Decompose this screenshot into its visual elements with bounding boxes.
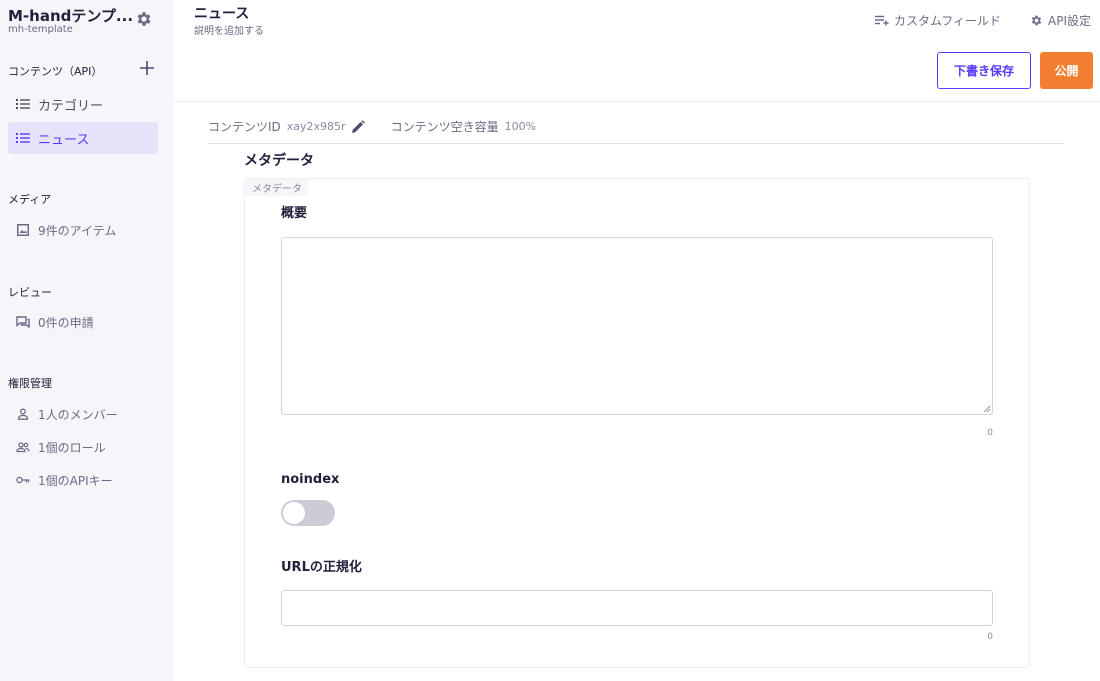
api-settings-label: API設定 [1048, 14, 1091, 28]
pencil-icon[interactable] [351, 119, 365, 134]
page-title: ニュース [194, 6, 250, 22]
add-description-link[interactable]: 説明を追加する [194, 22, 264, 37]
add-api-icon[interactable] [139, 60, 155, 76]
list-icon [16, 131, 30, 145]
content-info: コンテンツID xay2x985r コンテンツ空き容量 100% [208, 118, 536, 135]
image-icon [16, 223, 30, 237]
canonical-url-label: URLの正規化 [281, 560, 362, 575]
publish-button[interactable]: 公開 [1040, 52, 1093, 89]
sidebar-item-label: 1個のロール [38, 440, 106, 455]
content-id-value: xay2x985r [286, 120, 346, 133]
toggle-knob [283, 502, 305, 524]
sidebar-item-label: カテゴリー [38, 98, 104, 114]
sidebar-item-label: 1個のAPIキー [38, 473, 113, 488]
review-heading: レビュー [8, 286, 52, 299]
sidebar-item-category[interactable]: カテゴリー [8, 88, 158, 120]
sidebar-item-members[interactable]: 1人のメンバー [8, 398, 158, 430]
person-icon [16, 407, 30, 421]
capacity-label: コンテンツ空き容量 [390, 120, 499, 134]
gear-icon [1031, 15, 1042, 26]
metadata-title: メタデータ [244, 153, 314, 169]
custom-field-icon [875, 15, 889, 26]
contents-heading: コンテンツ（API） [8, 65, 103, 78]
sidebar-item-review[interactable]: 0件の申請 [8, 306, 158, 338]
summary-textarea[interactable] [281, 237, 993, 415]
sidebar-item-media[interactable]: 9件のアイテム [8, 214, 158, 246]
resize-handle-icon[interactable] [983, 405, 991, 413]
capacity-value: 100% [504, 120, 537, 133]
key-icon [16, 473, 30, 487]
media-heading: メディア [8, 193, 52, 206]
gear-icon[interactable] [135, 10, 153, 28]
sidebar-item-label: 0件の申請 [38, 315, 94, 330]
summary-char-count: 0 [987, 428, 993, 438]
service-name[interactable]: M-handテンプ... [8, 5, 133, 26]
canonical-url-input[interactable] [281, 590, 993, 626]
custom-field-link[interactable]: カスタムフィールド [875, 12, 1001, 29]
header-divider [174, 101, 1100, 102]
noindex-toggle[interactable] [281, 500, 335, 526]
info-divider [208, 143, 1064, 144]
canonical-char-count: 0 [987, 632, 993, 642]
api-settings-link[interactable]: API設定 [1030, 12, 1091, 29]
summary-label: 概要 [281, 206, 308, 221]
sidebar: M-handテンプ... mh-template コンテンツ（API） カテゴリ… [0, 0, 174, 681]
sidebar-item-label: ニュース [38, 132, 90, 148]
sidebar-item-label: 9件のアイテム [38, 223, 117, 238]
content-id-label: コンテンツID [208, 120, 281, 134]
permission-heading: 権限管理 [8, 377, 52, 390]
sidebar-item-api-keys[interactable]: 1個のAPIキー [8, 464, 158, 496]
comment-icon [16, 315, 30, 329]
group-icon [16, 440, 30, 454]
sidebar-item-label: 1人のメンバー [38, 407, 118, 422]
sidebar-item-roles[interactable]: 1個のロール [8, 431, 158, 463]
service-id: mh-template [8, 24, 73, 35]
sidebar-item-news[interactable]: ニュース [8, 122, 158, 154]
save-draft-button[interactable]: 下書き保存 [937, 52, 1031, 89]
list-icon [16, 97, 30, 111]
noindex-label: noindex [281, 472, 340, 487]
metadata-tag: メタデータ [246, 179, 308, 196]
custom-field-label: カスタムフィールド [894, 14, 1002, 28]
